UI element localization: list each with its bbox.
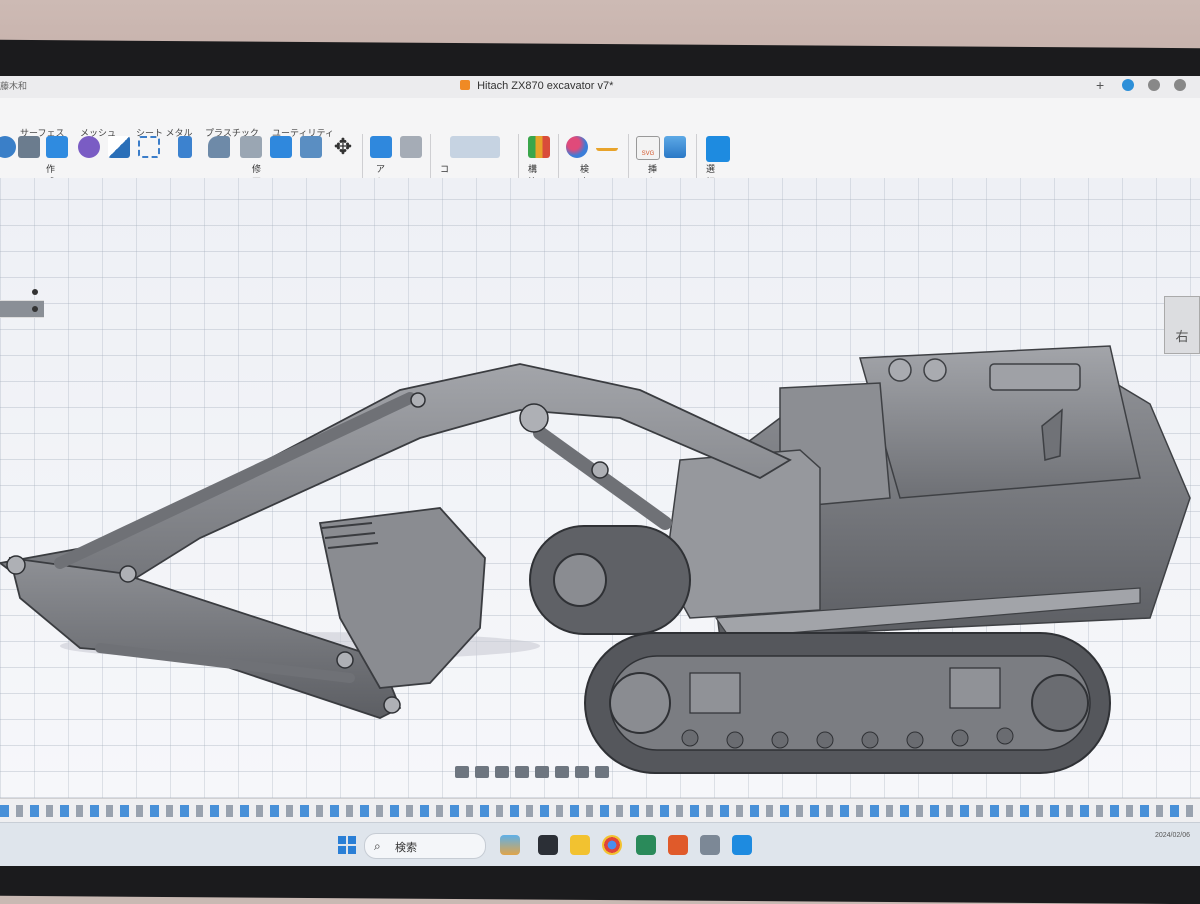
sprocket-wheel <box>1031 674 1089 732</box>
search-icon: ⌕ <box>374 839 381 853</box>
roller <box>681 729 699 747</box>
design-viewport[interactable]: 右 <box>0 178 1200 798</box>
track-adjuster <box>949 667 1001 709</box>
track-rear <box>529 525 691 635</box>
box-tool-icon[interactable] <box>18 136 40 158</box>
fillet-icon[interactable] <box>208 136 230 158</box>
capture-icon[interactable] <box>475 766 489 778</box>
zoom-icon[interactable] <box>515 766 529 778</box>
visibility-dot-icon[interactable] <box>32 306 38 312</box>
roller <box>996 727 1014 745</box>
cylinder-icon[interactable] <box>46 136 68 158</box>
filler-cap <box>923 358 947 382</box>
toolbar-separator <box>628 134 629 178</box>
windows-taskbar: ⌕ 検索 2024/02/06 <box>0 822 1200 866</box>
configuration-icon[interactable] <box>450 136 500 158</box>
toolbar-separator <box>518 134 519 178</box>
insert-image-icon[interactable] <box>664 136 686 158</box>
browser-row[interactable] <box>0 284 44 301</box>
viewcube[interactable]: 右 <box>1164 296 1200 354</box>
app-screen: 藤木和 Hitach ZX870 excavator v7* + サーフェス メ… <box>0 76 1200 866</box>
fusion-app-icon[interactable] <box>668 835 688 855</box>
insert-svg-icon[interactable]: SVG <box>636 136 660 160</box>
navigation-bar <box>455 766 609 778</box>
tray-date: 2024/02/06 <box>1154 832 1190 839</box>
roller <box>861 731 879 749</box>
plane-icon[interactable] <box>528 136 550 158</box>
store-icon[interactable] <box>732 835 752 855</box>
track-front <box>584 632 1111 774</box>
system-tray[interactable]: 2024/02/06 <box>1155 831 1190 841</box>
windows-start-icon[interactable] <box>338 836 356 854</box>
visibility-dot-icon[interactable] <box>32 289 38 295</box>
task-view-icon[interactable] <box>538 835 558 855</box>
document-tab[interactable]: Hitach ZX870 excavator v7* <box>460 80 613 92</box>
grid-settings-icon[interactable] <box>575 766 589 778</box>
file-explorer-icon[interactable] <box>570 835 590 855</box>
orbit-icon[interactable] <box>455 766 469 778</box>
measure-icon[interactable] <box>596 136 618 151</box>
new-tab-icon[interactable]: + <box>1096 78 1108 92</box>
idler-wheel <box>553 553 607 607</box>
document-title: Hitach ZX870 excavator v7* <box>477 80 614 92</box>
online-status-icon[interactable] <box>1122 79 1134 91</box>
title-bar: 藤木和 Hitach ZX870 excavator v7* + <box>0 76 1200 99</box>
pan-hand-icon[interactable] <box>495 766 509 778</box>
viewports-icon[interactable] <box>595 766 609 778</box>
new-component-icon[interactable] <box>370 136 392 158</box>
weather-icon[interactable] <box>500 835 520 855</box>
toolbar-separator <box>362 134 363 178</box>
sketch-rect-icon[interactable] <box>138 136 160 158</box>
help-icon[interactable] <box>1174 79 1186 91</box>
chrome-icon[interactable] <box>602 835 622 855</box>
chamfer-icon[interactable] <box>240 136 262 158</box>
track-adjuster <box>689 672 741 714</box>
pin <box>410 392 426 408</box>
joint-icon[interactable] <box>400 136 422 158</box>
idler-wheel <box>609 672 671 734</box>
upper-structure <box>664 345 1191 639</box>
display-settings-icon[interactable] <box>555 766 569 778</box>
roller <box>726 731 744 749</box>
title-bar-icons: + <box>1096 78 1186 92</box>
toolbar-separator <box>696 134 697 178</box>
pin <box>6 555 26 575</box>
fusion-cube-icon <box>460 80 470 90</box>
pyramid-icon[interactable] <box>108 136 130 158</box>
excavator-model[interactable] <box>0 178 1200 798</box>
inspect-icon[interactable] <box>566 136 588 158</box>
combine-icon[interactable] <box>300 136 322 158</box>
design-timeline[interactable] <box>0 798 1200 823</box>
viewcube-face-label: 右 <box>1175 329 1189 344</box>
move-icon[interactable]: ✥ <box>332 136 354 158</box>
taskbar-search[interactable]: ⌕ 検索 <box>364 833 486 859</box>
browser-row[interactable] <box>0 301 44 318</box>
filler-cap <box>888 358 912 382</box>
browser-panel <box>0 284 44 324</box>
search-placeholder: 検索 <box>395 842 417 854</box>
boom-pivot-pin <box>519 403 549 433</box>
select-icon[interactable] <box>706 136 730 162</box>
notifications-icon[interactable] <box>1148 79 1160 91</box>
roller <box>816 731 834 749</box>
pin <box>119 565 137 583</box>
roller <box>906 731 924 749</box>
svg-badge: SVG <box>641 151 655 157</box>
roller <box>951 729 969 747</box>
form-icon[interactable] <box>78 136 100 158</box>
app-icon[interactable] <box>700 835 720 855</box>
hood-vent <box>989 363 1081 391</box>
press-pull-icon[interactable] <box>178 136 192 158</box>
pin <box>383 696 401 714</box>
pin <box>336 651 354 669</box>
toolbar-separator <box>558 134 559 178</box>
toolbar-separator <box>430 134 431 178</box>
shell-icon[interactable] <box>270 136 292 158</box>
zoom-window-icon[interactable] <box>535 766 549 778</box>
app-icon[interactable] <box>636 835 656 855</box>
timeline-features[interactable] <box>0 805 1200 817</box>
roller <box>771 731 789 749</box>
pin <box>591 461 609 479</box>
corner-label: 藤木和 <box>0 81 28 91</box>
